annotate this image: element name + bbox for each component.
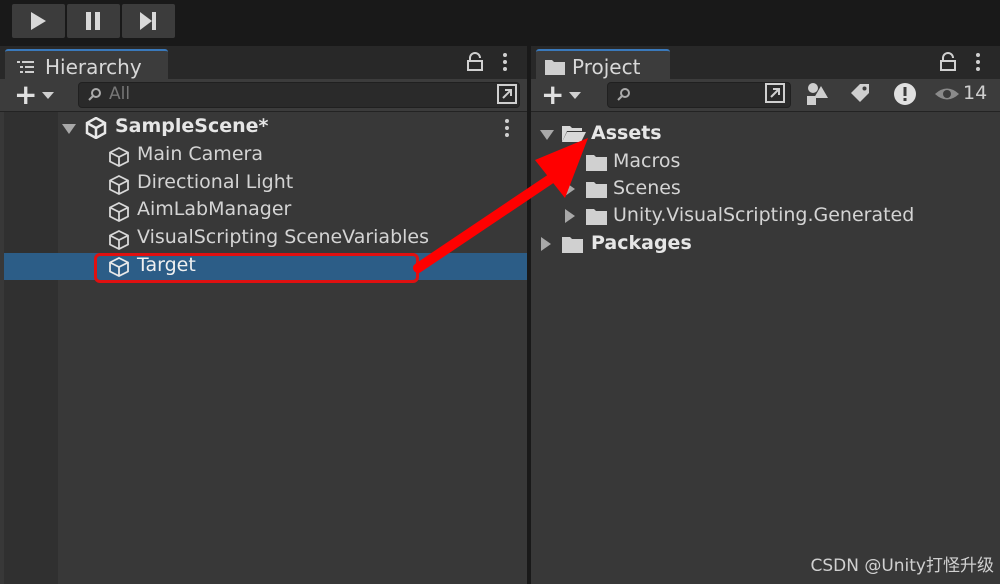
annotation-arrow bbox=[413, 138, 588, 273]
watermark: CSDN @Unity打怪升级 bbox=[810, 556, 994, 576]
